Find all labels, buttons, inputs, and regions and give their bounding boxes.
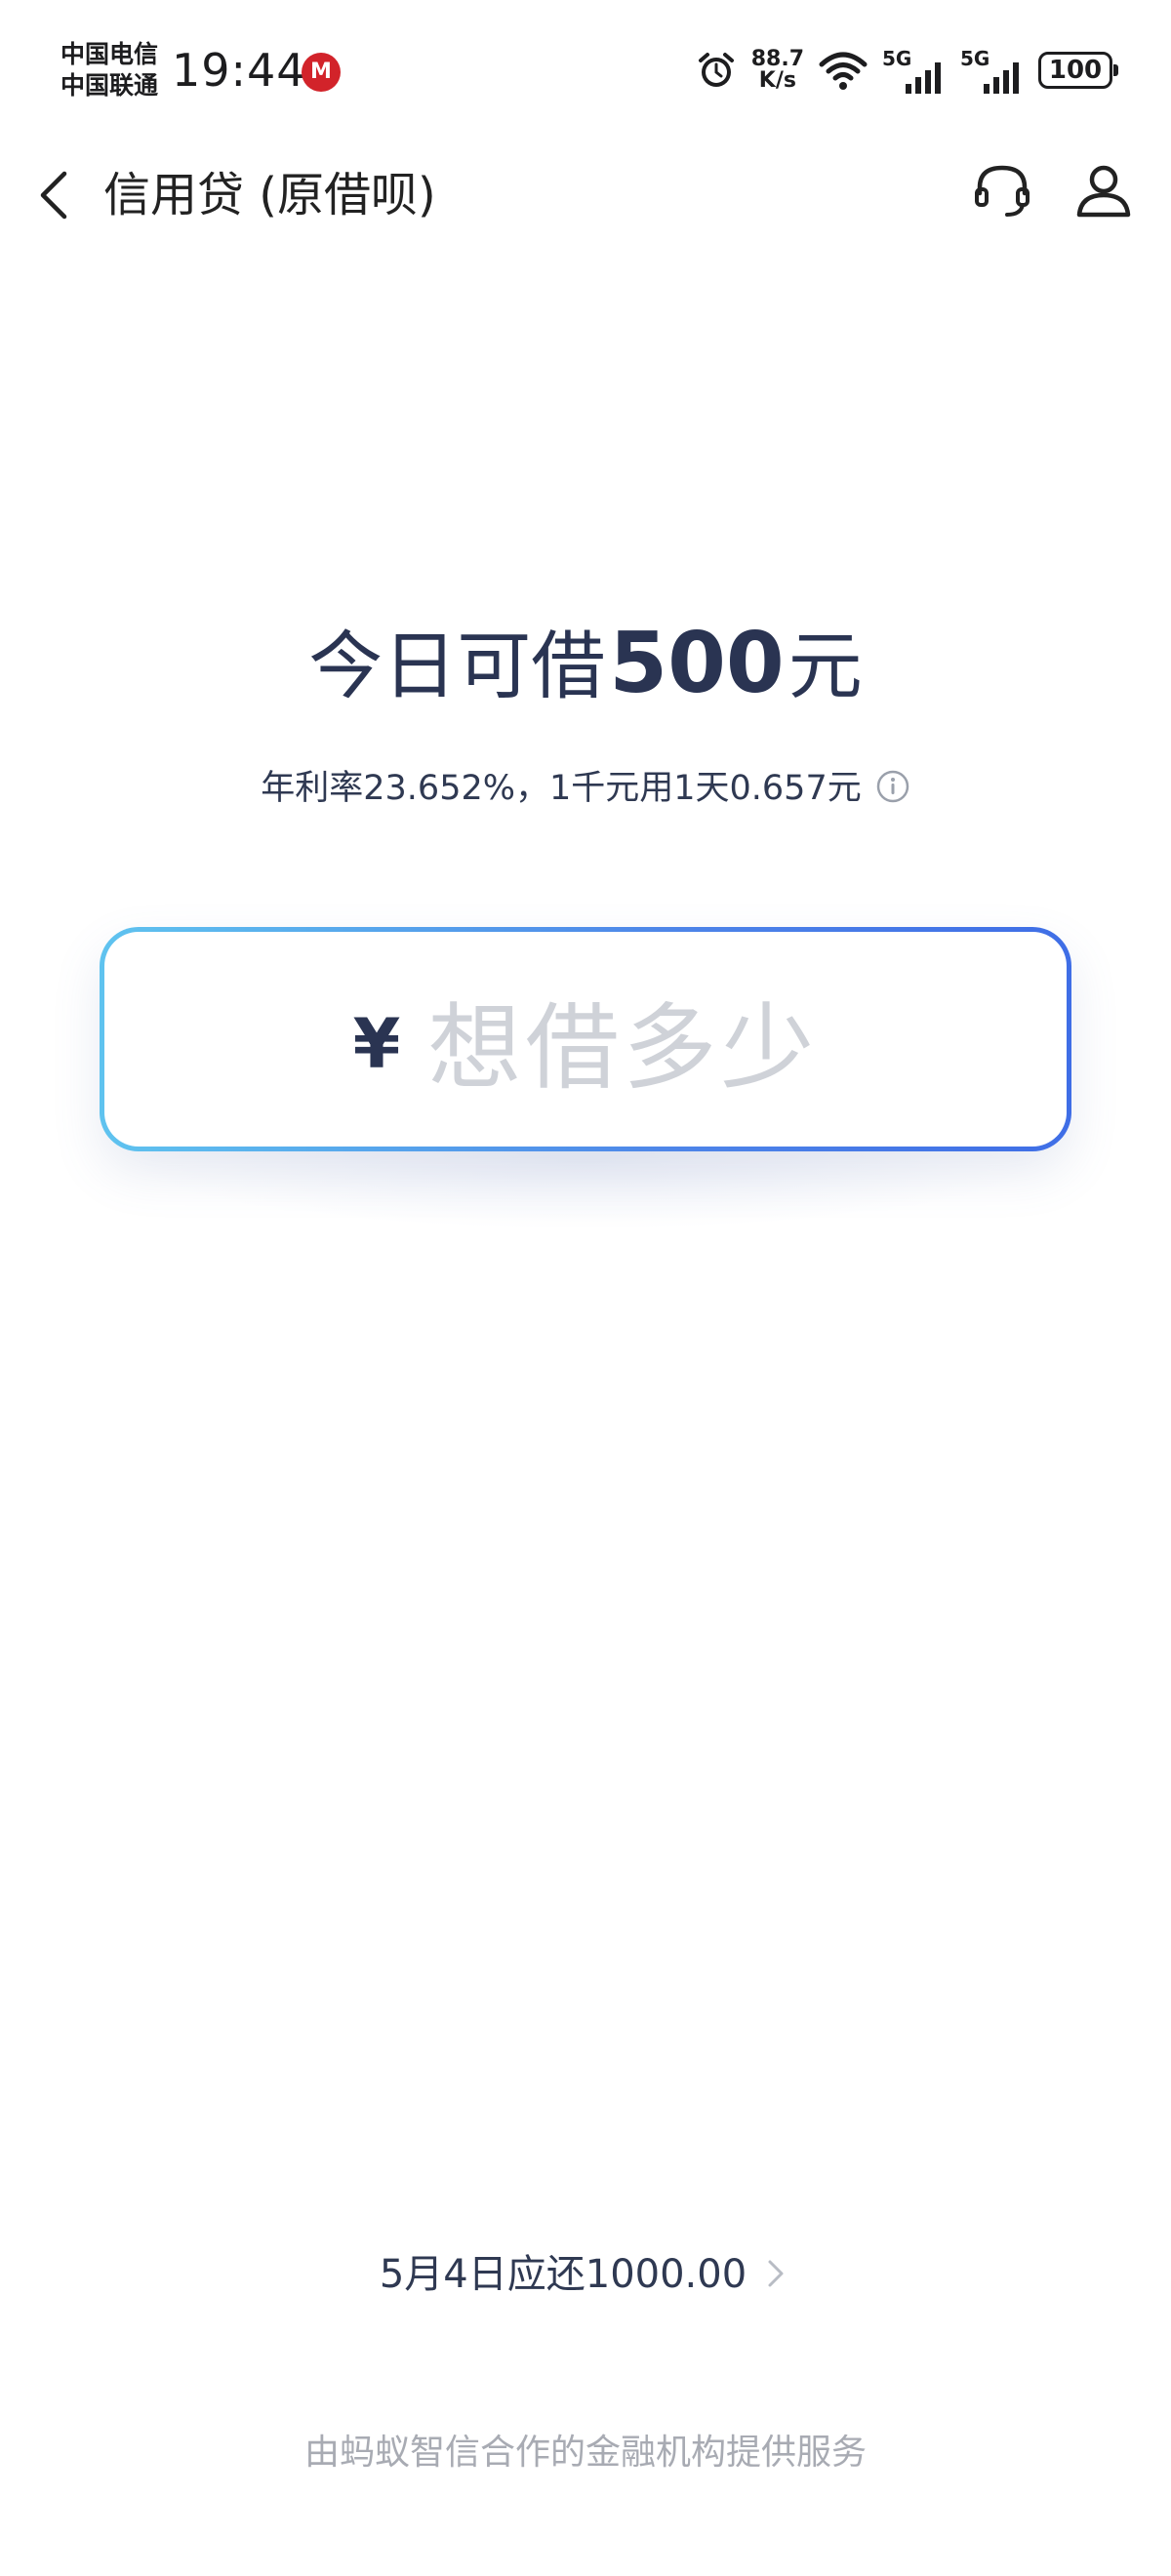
status-time: 19:44 xyxy=(172,44,306,97)
headline-prefix: 今日可借 xyxy=(308,623,606,709)
network-speed-unit: K/s xyxy=(758,68,796,93)
status-bar: 中国电信 中国联通 19:44 M 88.7 K/s 5G 5G 100 xyxy=(0,0,1171,137)
network-speed-value: 88.7 xyxy=(750,47,804,71)
bank-notification-icon: M xyxy=(302,53,341,92)
repayment-text: 5月4日应还1000.00 xyxy=(379,2252,747,2297)
signal-bars-icon xyxy=(984,62,1019,94)
wifi-icon xyxy=(819,52,868,90)
customer-service-icon[interactable] xyxy=(968,156,1036,224)
status-indicators: 88.7 K/s 5G 5G 100 xyxy=(695,43,1118,98)
repayment-link[interactable]: 5月4日应还1000.00 xyxy=(0,2240,1171,2309)
battery-indicator: 100 xyxy=(1038,52,1118,89)
network-speed: 88.7 K/s xyxy=(751,49,804,92)
interest-rate-info: 年利率23.652%，1千元用1天0.657元 xyxy=(0,759,1171,818)
carrier-info: 中国电信 中国联通 xyxy=(61,39,158,101)
amount-placeholder: 想借多少 xyxy=(427,992,819,1103)
info-icon[interactable] xyxy=(875,769,910,804)
chevron-right-icon xyxy=(768,2260,784,2287)
page-title: 信用贷 (原借呗) xyxy=(103,168,436,222)
back-button[interactable] xyxy=(27,166,86,224)
sim2-signal: 5G xyxy=(960,47,1025,94)
credit-limit-amount: 500 xyxy=(609,615,785,712)
page: 中国电信 中国联通 19:44 M 88.7 K/s 5G 5G 100 信用贷… xyxy=(0,0,1171,2576)
credit-limit-headline: 今日可借500元 xyxy=(0,615,1171,715)
nav-bar: 信用贷 (原借呗) xyxy=(0,137,1171,254)
carrier-1-label: 中国电信 xyxy=(61,40,159,68)
alarm-icon xyxy=(698,53,734,87)
borrow-amount-input[interactable]: ¥ 想借多少 xyxy=(100,927,1071,1151)
interest-rate-text: 年利率23.652%，1千元用1天0.657元 xyxy=(261,769,862,808)
carrier-2-label: 中国联通 xyxy=(61,71,159,100)
signal-bars-icon xyxy=(906,62,941,94)
currency-symbol: ¥ xyxy=(352,1004,401,1084)
sim1-signal: 5G xyxy=(882,47,947,94)
service-provider-note: 由蚂蚁智信合作的金融机构提供服务 xyxy=(303,2433,867,2473)
user-profile-icon[interactable] xyxy=(1070,156,1138,224)
headline-suffix: 元 xyxy=(787,623,863,709)
